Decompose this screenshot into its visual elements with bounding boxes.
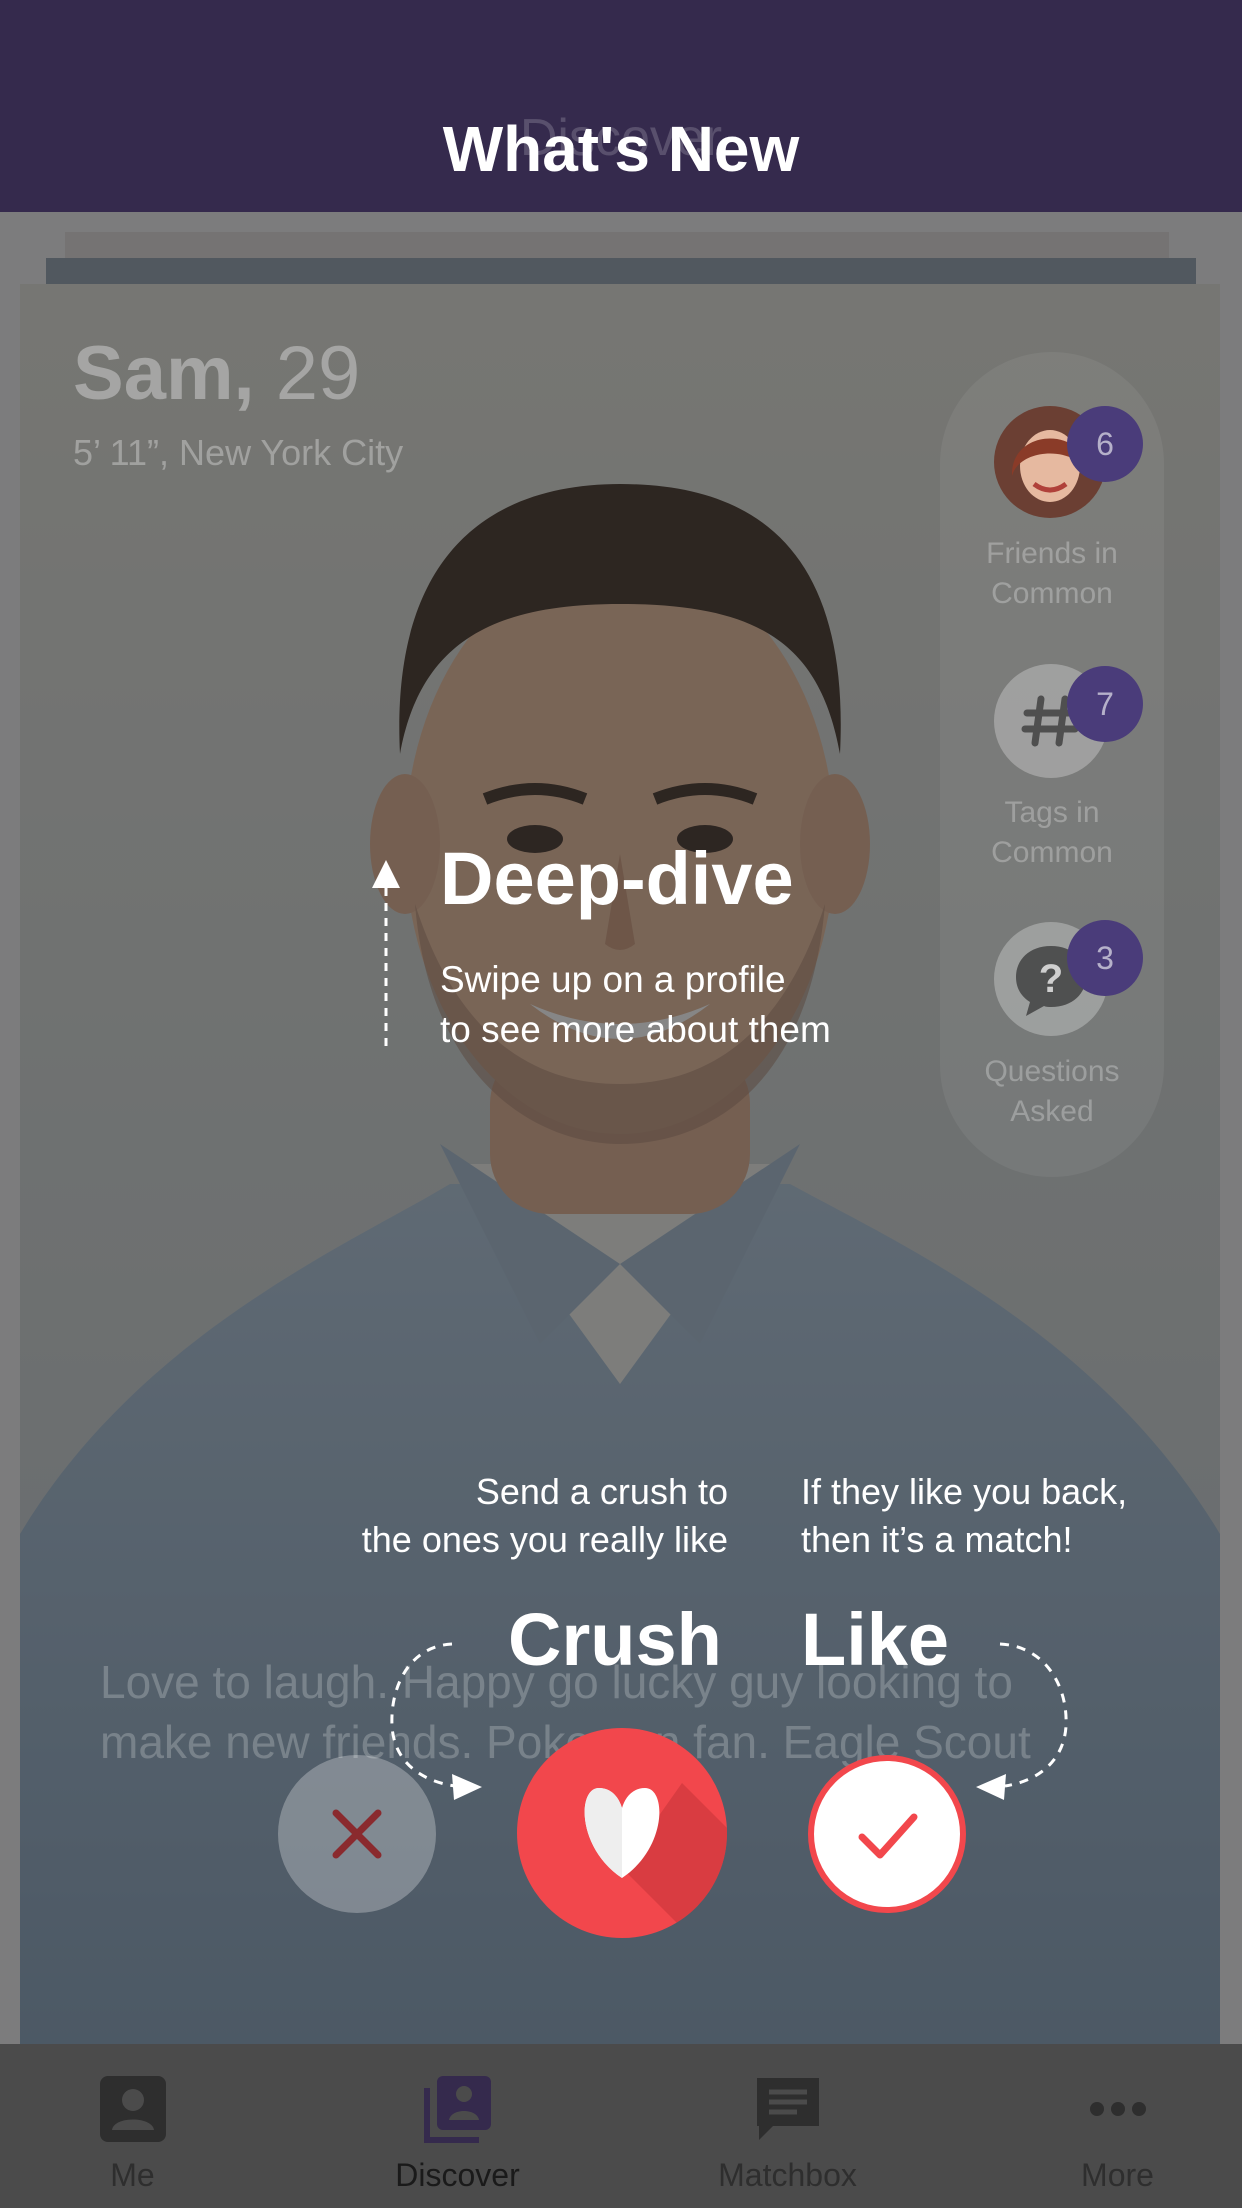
questions-count-badge: 3 — [1067, 920, 1143, 996]
like-description: If they like you back, then it’s a match… — [801, 1468, 1221, 1564]
like-title: Like — [801, 1598, 950, 1681]
deep-dive-line: Swipe up on a profile — [440, 959, 786, 1000]
tab-more[interactable]: More — [1015, 2044, 1220, 2208]
swipe-up-arrow-icon — [372, 860, 400, 1046]
person-icon — [99, 2076, 166, 2142]
questions-asked-label: Questions Asked — [940, 1052, 1164, 1132]
tags-in-common-label: Tags in Common — [940, 793, 1164, 873]
close-icon — [332, 1809, 382, 1859]
page-title: What's New — [442, 113, 800, 185]
tags-count-badge: 7 — [1067, 666, 1143, 742]
tab-label: Matchbox — [718, 2157, 857, 2193]
deep-dive-title: Deep-dive — [440, 837, 794, 920]
tab-me[interactable]: Me — [30, 2044, 235, 2208]
profile-name: Sam, 29 — [73, 331, 361, 416]
svg-text:?: ? — [1039, 957, 1063, 1001]
profile-age: 29 — [275, 331, 361, 416]
label-line: Tags in — [1004, 796, 1100, 829]
label-line: Common — [991, 836, 1113, 869]
tab-matchbox[interactable]: Matchbox — [685, 2044, 890, 2208]
friends-in-common-label: Friends in Common — [940, 534, 1164, 614]
crush-line: Send a crush to — [475, 1471, 728, 1512]
chat-icon — [756, 2078, 819, 2140]
label-line: Friends in — [986, 537, 1118, 570]
tab-discover[interactable]: Discover — [355, 2044, 560, 2208]
friends-count-badge: 6 — [1067, 406, 1143, 482]
tab-label: Discover — [395, 2157, 520, 2193]
label-line: Questions — [984, 1055, 1120, 1088]
crush-button[interactable] — [517, 1728, 727, 1938]
cards-icon — [423, 2076, 491, 2143]
heart-icon — [584, 1783, 727, 1938]
tab-label: More — [1081, 2157, 1154, 2193]
crush-description: Send a crush to the ones you really like — [228, 1468, 728, 1564]
pass-button[interactable] — [278, 1755, 436, 1913]
deep-dive-line: to see more about them — [440, 1009, 831, 1050]
label-line: Common — [991, 577, 1113, 610]
profile-details: 5’ 11”, New York City — [73, 432, 404, 473]
crush-title: Crush — [508, 1598, 722, 1681]
like-line: then it’s a match! — [801, 1519, 1073, 1560]
label-line: Asked — [1010, 1095, 1094, 1128]
crush-line: the ones you really like — [361, 1519, 728, 1560]
tab-label: Me — [110, 2157, 155, 2193]
like-curved-arrow-icon — [976, 1642, 1068, 1800]
checkmark-icon — [858, 1813, 918, 1859]
like-line: If they like you back, — [801, 1471, 1128, 1512]
deep-dive-description: Swipe up on a profile to see more about … — [440, 955, 831, 1055]
like-button[interactable] — [808, 1755, 966, 1913]
more-icon — [1089, 2102, 1146, 2116]
